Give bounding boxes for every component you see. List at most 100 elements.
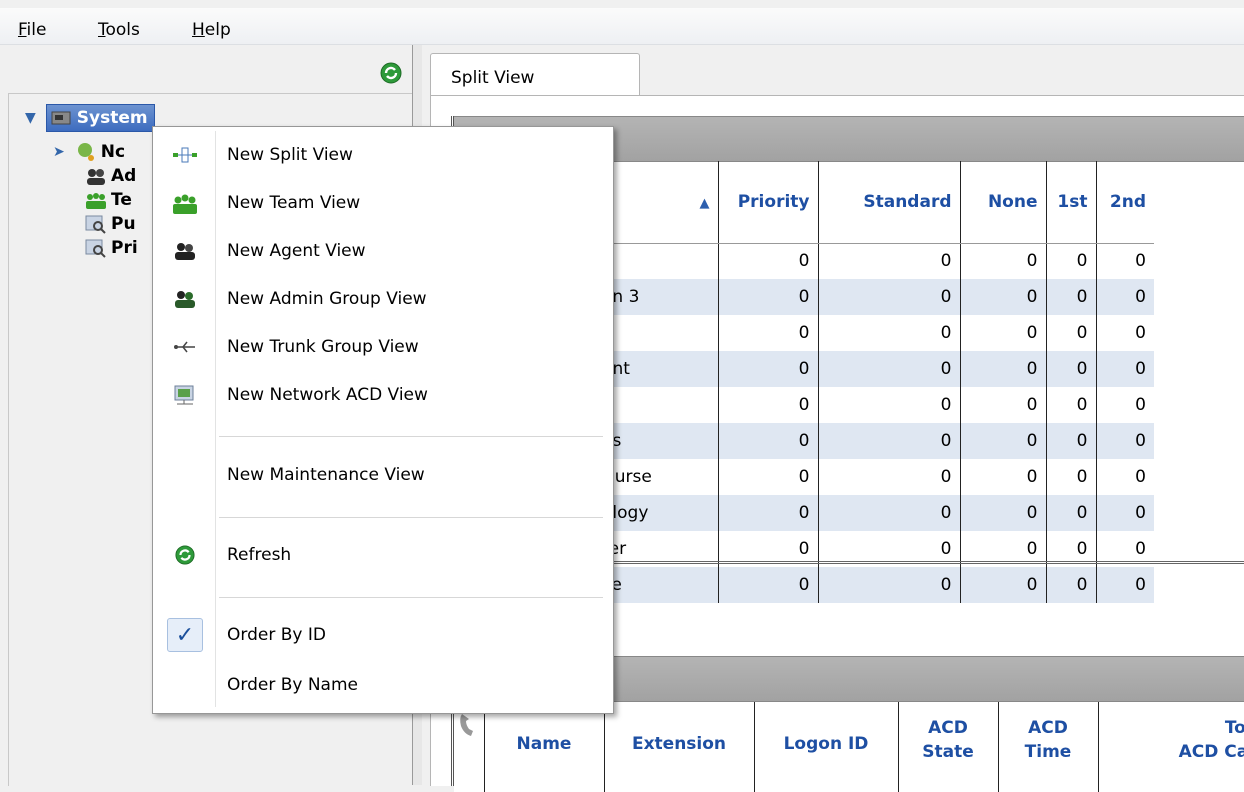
menu-item-order-by-id[interactable]: ✓ Order By ID (155, 617, 609, 653)
tree-node-nodes[interactable]: ➤ Nc (53, 140, 125, 164)
search-view-icon (85, 239, 106, 258)
split-view-icon (173, 147, 197, 163)
menu-bar: File Tools Help (0, 8, 1244, 45)
menu-separator (219, 436, 603, 437)
menu-item-label: New Split View (227, 145, 353, 165)
table-row[interactable]: s00000 (594, 243, 1154, 279)
cell-value: 0 (1046, 243, 1097, 279)
menu-item-label: Refresh (227, 545, 292, 565)
cell-value: 0 (818, 279, 961, 315)
sort-ascending-icon: ▲ (699, 195, 710, 211)
menu-item-order-by-name[interactable]: Order By Name (155, 667, 609, 703)
cell-value: 0 (960, 351, 1047, 387)
menu-item-label: New Admin Group View (227, 289, 427, 309)
admin-group-icon (87, 169, 105, 185)
cell-value: 0 (718, 459, 819, 495)
menu-item-new-agent-view[interactable]: New Agent View (155, 233, 609, 269)
menu-separator (219, 597, 603, 598)
table-row[interactable]: es00000 (594, 423, 1154, 459)
cell-value: 0 (1096, 279, 1154, 315)
cell-value: 0 (818, 387, 961, 423)
cell-value: 0 (1046, 387, 1097, 423)
menu-item-label: New Trunk Group View (227, 337, 419, 357)
header-line: Time (1024, 742, 1072, 762)
cell-value: 0 (960, 387, 1047, 423)
cell-value: 0 (718, 279, 819, 315)
menu-tools[interactable]: Tools (98, 20, 140, 40)
column-header-standard[interactable]: Standard (818, 161, 961, 244)
menu-file[interactable]: File (18, 20, 46, 40)
phone-icon (460, 714, 473, 736)
menu-item-label: Order By ID (227, 625, 326, 645)
column-header-priority[interactable]: Priority (718, 161, 819, 244)
tree-node-team[interactable]: Te (85, 188, 132, 212)
column-header-none[interactable]: None (960, 161, 1047, 244)
column-header-logon-id[interactable]: Logon ID (754, 732, 898, 756)
menu-item-new-trunk-group-view[interactable]: New Trunk Group View (155, 329, 609, 365)
header-line: ACD (1028, 718, 1068, 738)
column-header-acd-state[interactable]: ACD State (898, 716, 998, 764)
cell-value: 0 (1046, 315, 1097, 351)
cell-value: 0 (1096, 351, 1154, 387)
table-row[interactable]: Nurse 0 0 0 0 0 (594, 459, 1154, 495)
column-header-acd-time[interactable]: ACD Time (998, 716, 1098, 764)
header-line: Tot (1224, 718, 1244, 738)
cell-value: 0 (960, 315, 1047, 351)
table-row[interactable]: ent 0 0 0 0 0 (594, 351, 1154, 387)
menu-item-refresh[interactable]: Refresh (155, 537, 609, 573)
table-row[interactable]: I00000 (594, 387, 1154, 423)
expand-arrow-icon[interactable]: ▼ (25, 110, 36, 126)
table-row[interactable]: ce00000 (594, 567, 1154, 603)
admin-group-icon (175, 291, 195, 308)
tree-node-admin[interactable]: Ad (85, 164, 136, 188)
cell-value: 0 (818, 351, 961, 387)
collapse-arrow-icon[interactable]: ➤ (53, 144, 65, 160)
tree-node-label: Pri (111, 238, 138, 258)
tab-label: Split View (451, 68, 535, 88)
cell-value: 0 (960, 495, 1047, 531)
menu-item-label: Order By Name (227, 675, 358, 695)
split-table: ▲ Priority Standard None 1st 2nd s00000o… (594, 161, 1154, 603)
column-header-total-acd-calls[interactable]: Tot ACD Cal (1104, 716, 1244, 764)
menu-help[interactable]: Help (192, 20, 231, 40)
menu-item-label: New Team View (227, 193, 361, 213)
tree-node-system-label: System (76, 108, 148, 128)
cell-value: 0 (1046, 459, 1097, 495)
cell-value: 0 (960, 459, 1047, 495)
column-header-extension[interactable]: Extension (604, 732, 754, 756)
cell-value: 0 (718, 243, 819, 279)
menu-item-new-admin-group-view[interactable]: New Admin Group View (155, 281, 609, 317)
tree-node-system[interactable]: ▼ System (25, 104, 155, 132)
tree-node-system-selected[interactable]: System (45, 104, 155, 132)
table-row[interactable]: s00000 (594, 315, 1154, 351)
agent-table-header: Name Extension Logon ID ACD State ACD Time… (454, 702, 1244, 792)
cell-value: 0 (818, 459, 961, 495)
cell-value: 0 (718, 315, 819, 351)
cell-value: 0 (960, 423, 1047, 459)
tree-node-public[interactable]: Pu (85, 212, 136, 236)
cell-value: 0 (1046, 495, 1097, 531)
cell-value: 0 (718, 495, 819, 531)
table-header-row: ▲ Priority Standard None 1st 2nd (594, 161, 1154, 244)
network-acd-icon (174, 385, 194, 405)
menu-item-new-team-view[interactable]: New Team View (155, 185, 609, 221)
table-row[interactable]: ology 0 0 0 0 0 (594, 495, 1154, 531)
menu-item-new-network-acd-view[interactable]: New Network ACD View (155, 377, 609, 413)
column-header-name[interactable]: Name (484, 732, 604, 756)
header-line: ACD (928, 718, 968, 738)
server-icon (51, 111, 71, 125)
column-header-1st[interactable]: 1st (1046, 161, 1097, 244)
cell-value: 0 (718, 351, 819, 387)
menu-item-new-maintenance-view[interactable]: New Maintenance View (155, 457, 609, 493)
menu-item-new-split-view[interactable]: New Split View (155, 137, 609, 173)
cell-value: 0 (818, 315, 961, 351)
tab-split-view[interactable]: Split View (430, 53, 640, 95)
table-row[interactable]: on 300000 (594, 279, 1154, 315)
column-header-2nd[interactable]: 2nd (1096, 161, 1154, 244)
header-line: ACD Cal (1178, 742, 1244, 762)
menu-separator (219, 517, 603, 518)
cell-value: 0 (1135, 467, 1146, 487)
tree-node-private[interactable]: Pri (85, 236, 138, 260)
refresh-icon[interactable] (380, 62, 402, 84)
agent-icon (175, 243, 195, 260)
